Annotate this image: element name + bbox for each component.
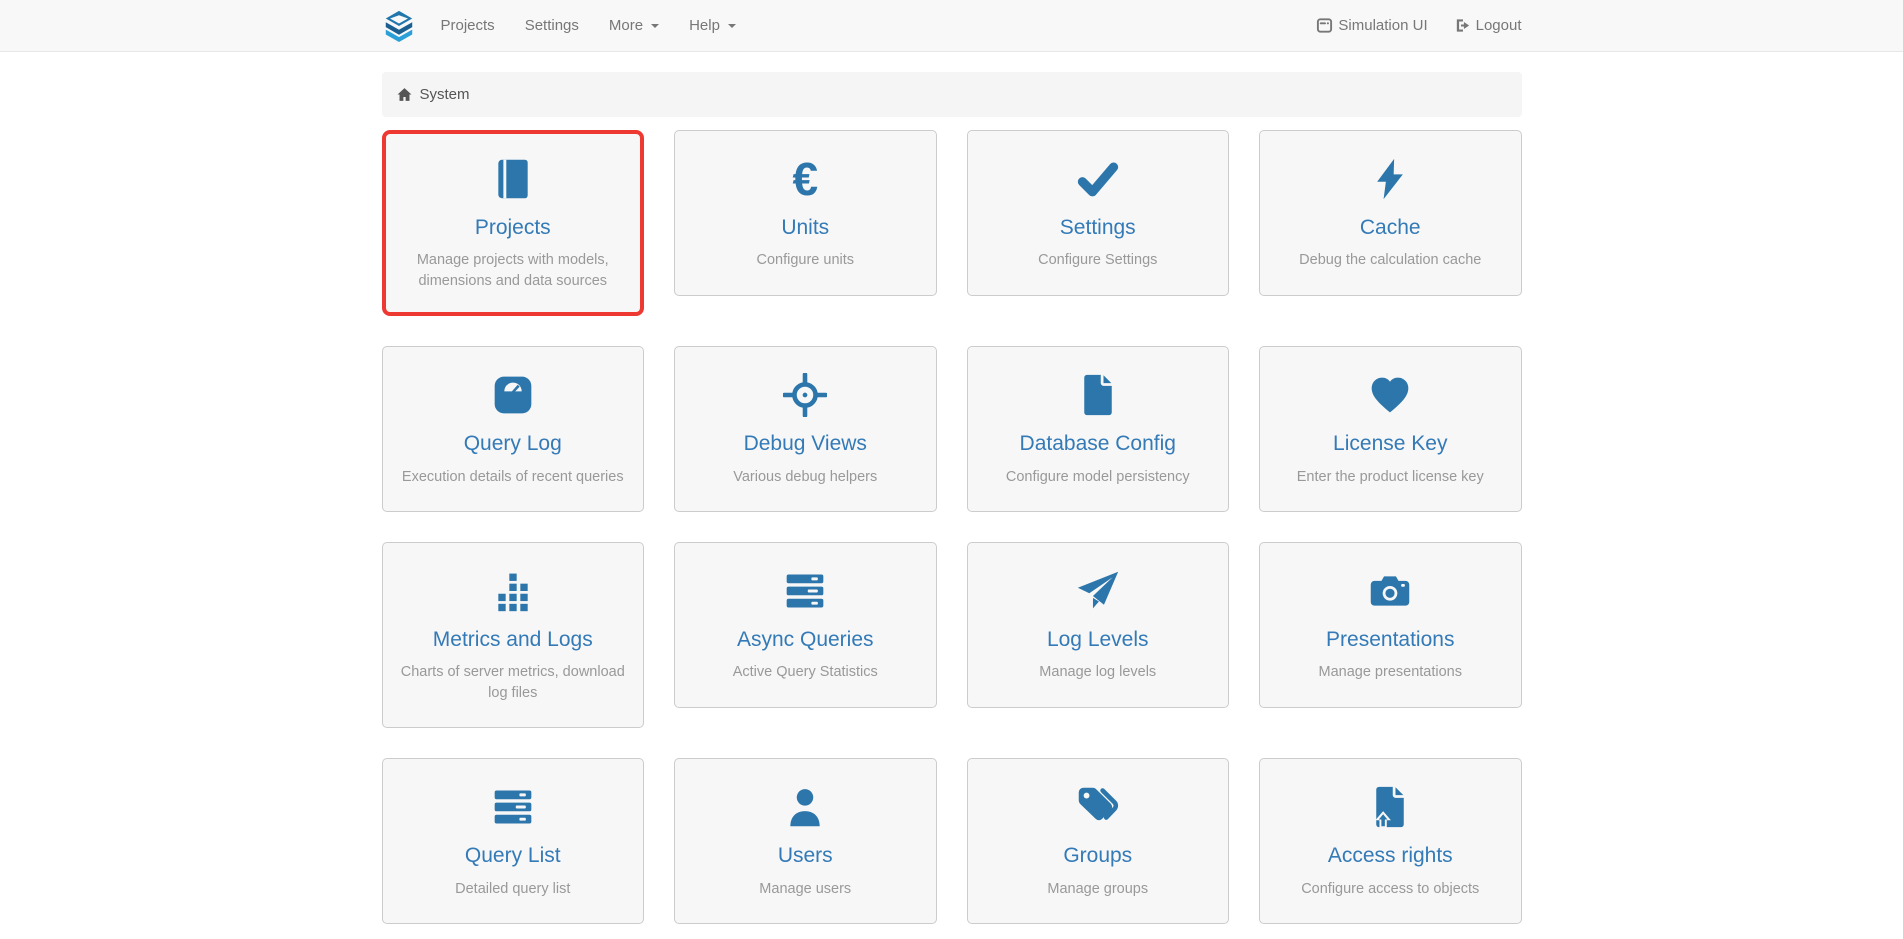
card-users[interactable]: Users Manage users: [674, 758, 937, 924]
nav-item-more[interactable]: More: [594, 0, 674, 51]
card-presentations[interactable]: Presentations Manage presentations: [1259, 542, 1522, 708]
file-upload-icon: [1278, 784, 1503, 830]
card-title: Database Config: [986, 431, 1211, 456]
weight-scale-icon: [401, 372, 626, 418]
card-metrics-and-logs[interactable]: Metrics and Logs Charts of server metric…: [382, 542, 645, 728]
nav-item-label: Help: [689, 17, 720, 34]
breadcrumb-current: System: [420, 86, 470, 103]
navbar-right: Simulation UI Logout: [1303, 17, 1521, 34]
card-description: Detailed query list: [401, 879, 626, 900]
nav-item-label: Settings: [525, 17, 579, 34]
heart-icon: [1278, 372, 1503, 418]
card-description: Configure Settings: [986, 250, 1211, 271]
navbar-inner: Projects Settings More Help Simulation U…: [367, 0, 1537, 51]
card-cache[interactable]: Cache Debug the calculation cache: [1259, 130, 1522, 296]
nav-item-label: Logout: [1476, 17, 1522, 34]
card-title: Log Levels: [986, 627, 1211, 652]
card-title: Settings: [986, 215, 1211, 240]
nav-item-help[interactable]: Help: [674, 0, 751, 51]
card-description: Various debug helpers: [693, 467, 918, 488]
card-description: Enter the product license key: [1278, 467, 1503, 488]
card-title: Presentations: [1278, 627, 1503, 652]
user-icon: [693, 784, 918, 830]
system-card-grid: Projects Manage projects with models, di…: [382, 130, 1522, 924]
card-description: Manage presentations: [1278, 662, 1503, 683]
card-title: Units: [693, 215, 918, 240]
camera-icon: [1278, 568, 1503, 614]
nav-item-label: Projects: [441, 17, 495, 34]
card-description: Charts of server metrics, download log f…: [401, 662, 626, 703]
card-title: Metrics and Logs: [401, 627, 626, 652]
check-icon: [986, 156, 1211, 202]
chevron-down-icon: [728, 24, 736, 28]
card-description: Debug the calculation cache: [1278, 250, 1503, 271]
card-title: Projects: [401, 215, 626, 240]
brand-logo[interactable]: [382, 9, 416, 43]
bolt-icon: [1278, 156, 1503, 202]
card-title: License Key: [1278, 431, 1503, 456]
card-description: Active Query Statistics: [693, 662, 918, 683]
file-icon: [986, 372, 1211, 418]
euro-icon: €: [693, 156, 918, 202]
card-description: Manage users: [693, 879, 918, 900]
card-projects[interactable]: Projects Manage projects with models, di…: [382, 130, 645, 316]
tags-icon: [986, 784, 1211, 830]
card-async-queries[interactable]: Async Queries Active Query Statistics: [674, 542, 937, 708]
card-database-config[interactable]: Database Config Configure model persiste…: [967, 346, 1230, 512]
card-license-key[interactable]: License Key Enter the product license ke…: [1259, 346, 1522, 512]
card-title: Access rights: [1278, 843, 1503, 868]
nav-item-projects[interactable]: Projects: [426, 0, 510, 51]
breadcrumb: System: [382, 72, 1522, 117]
card-settings[interactable]: Settings Configure Settings: [967, 130, 1230, 296]
server-icon: [693, 568, 918, 614]
nav-item-settings[interactable]: Settings: [510, 0, 594, 51]
book-icon: [401, 156, 626, 202]
card-title: Users: [693, 843, 918, 868]
card-units[interactable]: € Units Configure units: [674, 130, 937, 296]
nav-item-label: Simulation UI: [1338, 17, 1427, 34]
nav-item-logout[interactable]: Logout: [1441, 17, 1522, 34]
card-groups[interactable]: Groups Manage groups: [967, 758, 1230, 924]
card-query-log[interactable]: Query Log Execution details of recent qu…: [382, 346, 645, 512]
card-access-rights[interactable]: Access rights Configure access to object…: [1259, 758, 1522, 924]
card-title: Cache: [1278, 215, 1503, 240]
card-description: Manage groups: [986, 879, 1211, 900]
card-title: Query List: [401, 843, 626, 868]
card-log-levels[interactable]: Log Levels Manage log levels: [967, 542, 1230, 708]
nav-item-label: More: [609, 17, 643, 34]
card-description: Configure units: [693, 250, 918, 271]
top-navbar: Projects Settings More Help Simulation U…: [0, 0, 1903, 52]
server-icon: [401, 784, 626, 830]
bar-chart-icon: [401, 568, 626, 614]
card-title: Query Log: [401, 431, 626, 456]
card-description: Execution details of recent queries: [401, 467, 626, 488]
card-title: Async Queries: [693, 627, 918, 652]
paper-plane-icon: [986, 568, 1211, 614]
layers-logo-icon: [382, 9, 416, 43]
card-query-list[interactable]: Query List Detailed query list: [382, 758, 645, 924]
card-title: Groups: [986, 843, 1211, 868]
chevron-down-icon: [651, 24, 659, 28]
card-description: Manage projects with models, dimensions …: [401, 250, 626, 291]
card-description: Configure model persistency: [986, 467, 1211, 488]
nav-item-simulation-ui[interactable]: Simulation UI: [1303, 17, 1440, 34]
logout-icon: [1454, 17, 1471, 34]
window-icon: [1316, 17, 1333, 34]
home-icon[interactable]: [397, 87, 412, 102]
card-title: Debug Views: [693, 431, 918, 456]
card-description: Manage log levels: [986, 662, 1211, 683]
card-description: Configure access to objects: [1278, 879, 1503, 900]
card-debug-views[interactable]: Debug Views Various debug helpers: [674, 346, 937, 512]
crosshairs-icon: [693, 372, 918, 418]
